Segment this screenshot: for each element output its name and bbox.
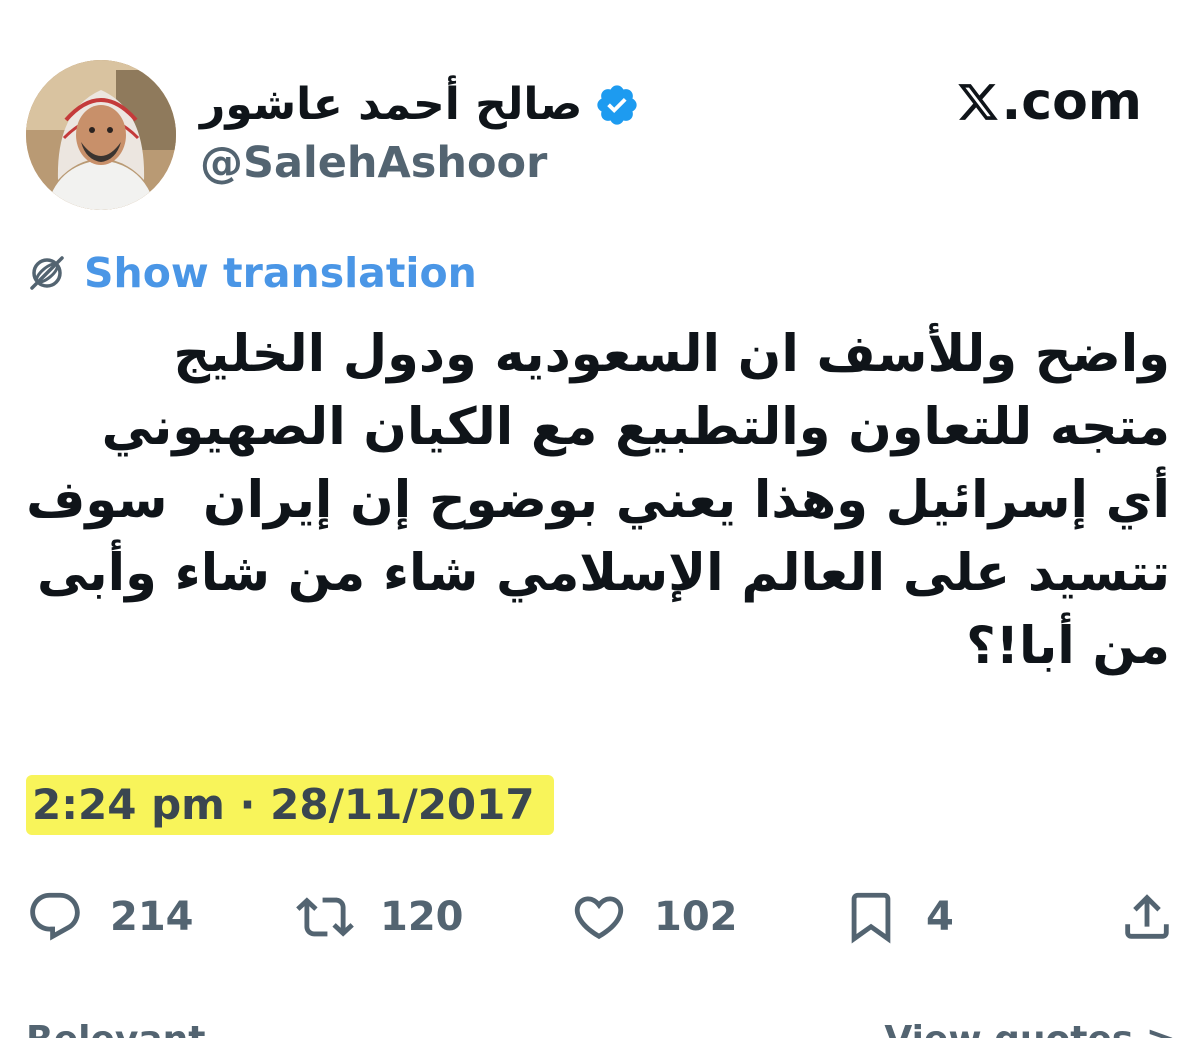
heart-icon — [574, 896, 624, 940]
site-domain-text: .com — [1001, 72, 1143, 132]
avatar-image — [26, 60, 176, 210]
verified-badge-icon — [594, 82, 640, 128]
action-bar: 214 120 102 4 — [26, 884, 1176, 950]
retweet-icon — [296, 897, 354, 937]
tweet-line: تتسيد على العالم الإسلامي شاء من شاء وأب… — [36, 544, 1170, 603]
tweet-screenshot: صالح أحمد عاشور @SalehAshoor .com Show t — [0, 0, 1200, 1038]
name-row: صالح أحمد عاشور — [200, 70, 640, 140]
like-count: 102 — [654, 894, 738, 940]
bottom-row: Relevant View quotes > — [26, 1022, 1176, 1038]
tweet-line: متجه للتعاون والتطبيع مع الكيان الصهيوني — [101, 398, 1170, 457]
globe-icon — [26, 252, 68, 294]
reply-icon — [30, 892, 80, 941]
relevant-sort-label[interactable]: Relevant — [26, 1022, 206, 1038]
bookmark-button[interactable]: 4 — [842, 884, 954, 950]
translation-row[interactable]: Show translation — [26, 244, 477, 302]
tweet-line: واضح وللأسف ان السعوديه ودول الخليج — [173, 325, 1170, 384]
reply-button[interactable]: 214 — [26, 884, 194, 950]
show-translation-link[interactable]: Show translation — [84, 252, 477, 294]
share-icon — [1125, 894, 1169, 939]
share-button[interactable] — [1118, 884, 1176, 950]
avatar[interactable] — [26, 60, 176, 210]
site-label: .com — [956, 72, 1143, 132]
x-logo-icon — [956, 80, 1000, 124]
display-name[interactable]: صالح أحمد عاشور — [200, 83, 582, 127]
bookmark-icon — [851, 892, 891, 944]
tweet-line: من أبا!؟ — [966, 617, 1170, 676]
tweet-line: أي إسرائيل وهذا يعني بوضوح إن إيران سوف — [26, 471, 1170, 530]
user-handle[interactable]: @SalehAshoor — [200, 138, 547, 190]
view-quotes-link[interactable]: View quotes > — [884, 1022, 1176, 1038]
tweet-text: واضح وللأسف ان السعوديه ودول الخليج متجه… — [26, 318, 1170, 683]
reply-count: 214 — [110, 894, 194, 940]
like-button[interactable]: 102 — [570, 884, 738, 950]
tweet-timestamp[interactable]: 2:24 pm · 28/11/2017 — [32, 781, 535, 829]
bookmark-count: 4 — [926, 894, 954, 940]
retweet-count: 120 — [380, 894, 464, 940]
timestamp-highlight: 2:24 pm · 28/11/2017 — [26, 775, 554, 835]
retweet-button[interactable]: 120 — [296, 884, 464, 950]
